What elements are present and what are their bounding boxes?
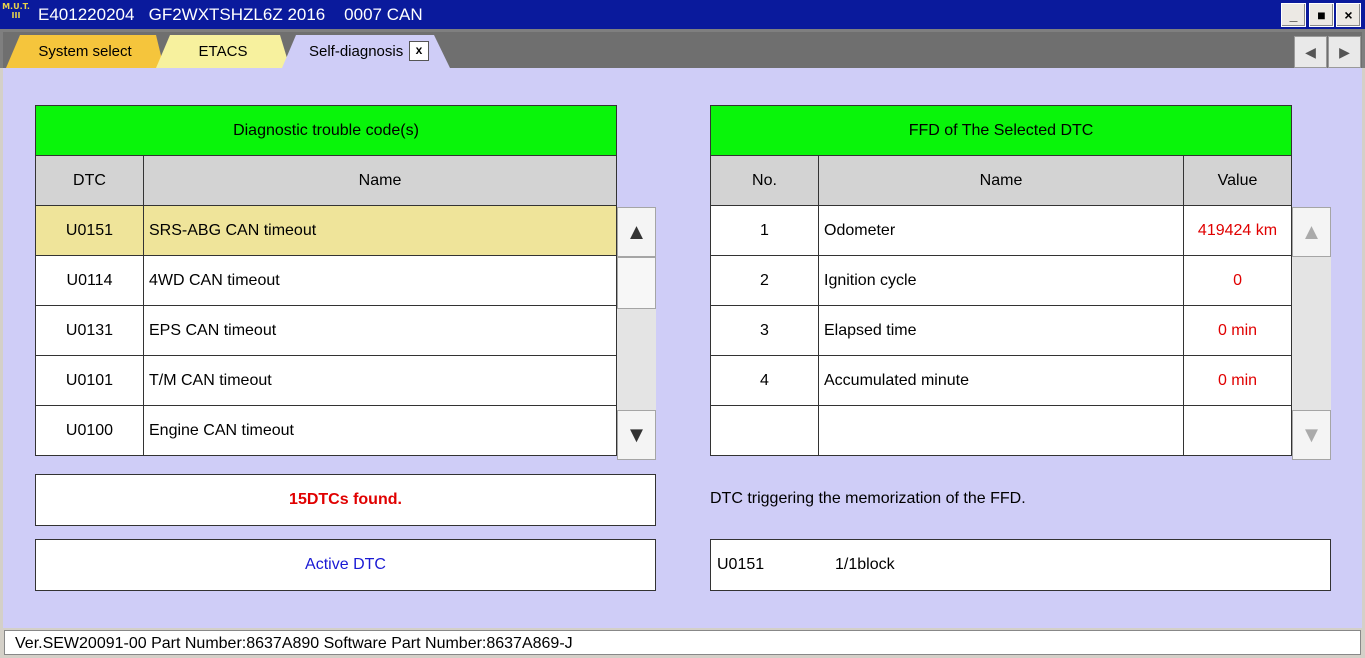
ffd-value — [1182, 405, 1293, 456]
table-row — [710, 405, 1293, 456]
ffd-name: Odometer — [818, 205, 1184, 256]
dtc-table-title: Diagnostic trouble code(s) — [35, 105, 617, 156]
table-row: 1 Odometer 419424 km — [710, 205, 1293, 256]
table-row[interactable]: U0131 EPS CAN timeout — [35, 305, 617, 356]
tab-system-select[interactable]: System select — [6, 35, 164, 68]
status-bar: Ver.SEW20091-00 Part Number:8637A890 Sof… — [0, 628, 1365, 658]
title-bar: M.U.T. III E401220204 GF2WXTSHZL6Z 2016 … — [0, 0, 1365, 29]
dtc-code: U0151 — [35, 205, 144, 256]
dtc-code: U0131 — [35, 305, 144, 356]
dtc-scroll-thumb[interactable] — [617, 257, 656, 309]
no-column-header: No. — [710, 155, 819, 206]
ffd-no: 4 — [710, 355, 819, 406]
version-info: Ver.SEW20091-00 Part Number:8637A890 Sof… — [4, 630, 1361, 655]
dtc-name: EPS CAN timeout — [143, 305, 617, 356]
dtc-name: Engine CAN timeout — [143, 405, 617, 456]
tab-self-diagnosis-label: Self-diagnosis — [309, 43, 404, 60]
dtc-table: Diagnostic trouble code(s) DTC Name U015… — [35, 105, 617, 456]
window-title: E401220204 GF2WXTSHZL6Z 2016 0007 CAN — [38, 5, 423, 24]
maximize-button[interactable]: ■ — [1309, 3, 1334, 27]
ffd-scroll-up-button[interactable]: ▲ — [1292, 207, 1331, 257]
dtc-code: U0101 — [35, 355, 144, 406]
table-row[interactable]: U0100 Engine CAN timeout — [35, 405, 617, 456]
ffd-name: Elapsed time — [818, 305, 1184, 356]
ffd-name: Accumulated minute — [818, 355, 1184, 406]
tab-close-button[interactable]: x — [409, 41, 429, 61]
dtc-code: U0114 — [35, 255, 144, 306]
dtc-name: T/M CAN timeout — [143, 355, 617, 406]
dtc-name: 4WD CAN timeout — [143, 255, 617, 306]
dtc-scroll-down-button[interactable]: ▼ — [617, 410, 656, 460]
ffd-value: 0 min — [1182, 305, 1293, 356]
dtc-scroll-up-button[interactable]: ▲ — [617, 207, 656, 257]
trigger-dtc-code: U0151 — [717, 556, 765, 573]
tab-etacs[interactable]: ETACS — [156, 35, 290, 68]
trigger-block: 1/1block — [835, 556, 895, 573]
ffd-no: 2 — [710, 255, 819, 306]
table-row[interactable]: U0114 4WD CAN timeout — [35, 255, 617, 306]
ffd-value: 0 — [1182, 255, 1293, 306]
ffd-name: Ignition cycle — [818, 255, 1184, 306]
ffd-no: 1 — [710, 205, 819, 256]
tab-next-button[interactable]: ▶ — [1328, 36, 1361, 68]
ffd-trigger-box: U0151 1/1block — [710, 539, 1331, 591]
ffd-value: 0 min — [1182, 355, 1293, 406]
dtc-count-box: 15DTCs found. — [35, 474, 656, 526]
dtc-name: SRS-ABG CAN timeout — [143, 205, 617, 256]
name-column-header: Name — [143, 155, 617, 206]
table-row: 2 Ignition cycle 0 — [710, 255, 1293, 306]
ffd-scroll-down-button[interactable]: ▼ — [1292, 410, 1331, 460]
name-column-header: Name — [818, 155, 1184, 206]
dtc-column-header: DTC — [35, 155, 144, 206]
close-button[interactable]: × — [1336, 3, 1361, 27]
ffd-table: FFD of The Selected DTC No. Name Value 1… — [709, 105, 1293, 456]
tab-prev-button[interactable]: ◀ — [1294, 36, 1327, 68]
ffd-no — [710, 405, 819, 456]
table-row: 4 Accumulated minute 0 min — [710, 355, 1293, 406]
app-logo: M.U.T. III — [2, 2, 30, 27]
table-row: 3 Elapsed time 0 min — [710, 305, 1293, 356]
ffd-no: 3 — [710, 305, 819, 356]
ffd-value: 419424 km — [1182, 205, 1293, 256]
minimize-button[interactable]: _ — [1281, 3, 1306, 27]
active-dtc-button[interactable]: Active DTC — [35, 539, 656, 591]
dtc-code: U0100 — [35, 405, 144, 456]
value-column-header: Value — [1182, 155, 1293, 206]
tab-self-diagnosis[interactable]: Self-diagnosis x — [282, 35, 450, 68]
ffd-table-title: FFD of The Selected DTC — [709, 105, 1293, 156]
ffd-name — [818, 405, 1184, 456]
ffd-trigger-label: DTC triggering the memorization of the F… — [710, 490, 1026, 507]
table-row[interactable]: U0101 T/M CAN timeout — [35, 355, 617, 406]
table-row[interactable]: U0151 SRS-ABG CAN timeout — [35, 205, 617, 256]
